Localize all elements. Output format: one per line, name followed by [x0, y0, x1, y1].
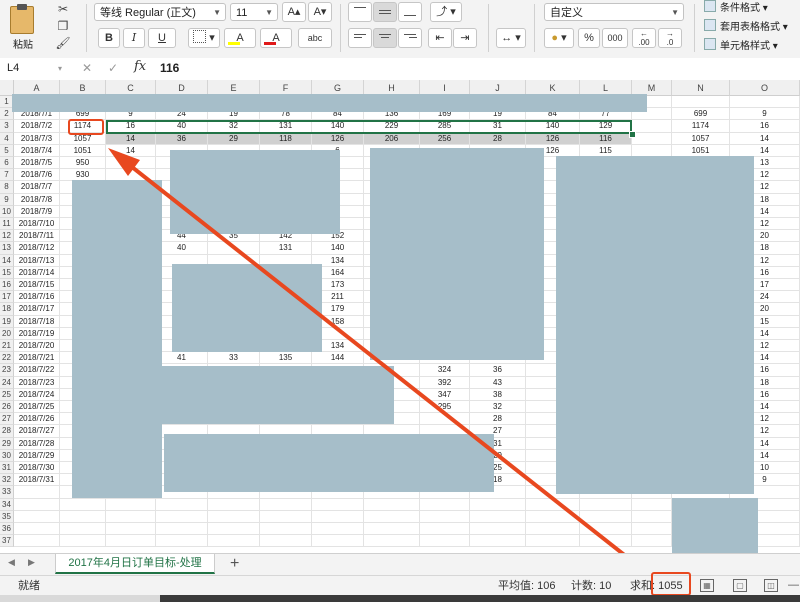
- prev-sheet-icon[interactable]: ◀: [8, 557, 15, 568]
- increase-decimal-label: .00: [638, 38, 650, 47]
- format-as-table-button[interactable]: 套用表格格式 ▾: [704, 19, 788, 35]
- align-right-button[interactable]: [398, 28, 422, 48]
- fill-color-swatch: [228, 42, 240, 45]
- zoom-out-icon[interactable]: —: [788, 575, 799, 595]
- formula-input[interactable]: 116: [160, 60, 179, 77]
- chevron-down-icon[interactable]: ▾: [58, 60, 62, 77]
- increase-decimal-button[interactable]: ← .00: [632, 28, 656, 48]
- conditional-format-icon: [704, 0, 716, 12]
- orientation-button[interactable]: ⤴ ▾: [430, 2, 462, 22]
- merge-button[interactable]: ↔ ▾: [496, 28, 526, 48]
- number-format-value: 自定义: [550, 7, 583, 19]
- bold-button[interactable]: B: [98, 28, 120, 48]
- divider: [86, 4, 87, 52]
- phonetic-button[interactable]: abc: [298, 28, 332, 48]
- sheet-tab-active[interactable]: 2017年4月日订单目标-处理: [55, 554, 215, 574]
- status-count: 计数: 10: [571, 580, 612, 592]
- increase-indent-button[interactable]: ⇥: [453, 28, 477, 48]
- italic-button[interactable]: I: [123, 28, 145, 48]
- currency-button[interactable]: ● ▾: [544, 28, 574, 48]
- divider: [488, 4, 489, 52]
- comma-button[interactable]: 000: [602, 28, 628, 48]
- sum-annotation-box: [651, 572, 691, 596]
- status-average: 平均值: 106: [498, 580, 556, 592]
- status-ready: 就绪: [18, 580, 40, 592]
- divider: [694, 4, 695, 52]
- number-format-select[interactable]: 自定义 ▼: [544, 3, 684, 21]
- conditional-format-label: 条件格式: [720, 3, 760, 14]
- conditional-format-button[interactable]: 条件格式 ▾: [704, 0, 768, 16]
- cell-styles-label: 单元格样式: [720, 41, 770, 52]
- divider: [340, 4, 341, 52]
- formula-bar: L4 ▾ ✕ ✓ fx 116: [0, 58, 800, 81]
- decrease-decimal-label: .0: [666, 38, 674, 47]
- align-bottom-button[interactable]: [398, 2, 422, 22]
- underline-button[interactable]: U: [148, 28, 176, 48]
- cell-styles-button[interactable]: 单元格样式 ▾: [704, 38, 778, 54]
- chevron-down-icon: ▼: [213, 8, 221, 17]
- ribbon: 粘贴 ✂ ❐ 🖌 等线 Regular (正文) ▼ 11 ▼ A▴ A▾ B …: [0, 0, 800, 59]
- name-box[interactable]: L4: [4, 60, 66, 77]
- worksheet-grid[interactable]: A B C D E F G H I J K L M N O 1 2 2018/7/1 699 9 24 19 78 84 136…: [0, 80, 800, 553]
- percent-button[interactable]: %: [578, 28, 600, 48]
- taskbar-strip: [0, 595, 800, 602]
- confirm-icon[interactable]: ✓: [108, 60, 118, 77]
- page-break-icon[interactable]: ◫: [764, 579, 778, 592]
- decrease-decimal-button[interactable]: → .0: [658, 28, 682, 48]
- paste-label: 粘贴: [13, 40, 33, 51]
- align-top-button[interactable]: [348, 2, 372, 22]
- divider: [534, 4, 535, 52]
- chevron-down-icon: ▼: [671, 8, 679, 17]
- font-color-button[interactable]: A: [260, 28, 292, 48]
- next-sheet-icon[interactable]: ▶: [28, 557, 35, 568]
- add-sheet-button[interactable]: +: [230, 554, 239, 573]
- shrink-font-button[interactable]: A▾: [308, 2, 332, 22]
- borders-icon: [193, 30, 207, 43]
- paste-button[interactable]: 粘贴: [6, 2, 42, 54]
- format-painter-icon[interactable]: 🖌: [52, 36, 74, 53]
- fill-color-button[interactable]: A: [224, 28, 256, 48]
- cut-icon[interactable]: ✂: [52, 2, 74, 19]
- chevron-down-icon: ▼: [265, 8, 273, 17]
- decrease-indent-button[interactable]: ⇤: [428, 28, 452, 48]
- arrow-shaft: [116, 154, 626, 553]
- font-name-value: 等线 Regular (正文): [100, 7, 196, 19]
- align-middle-button[interactable]: [373, 2, 397, 22]
- clipboard-icon: [10, 4, 34, 34]
- font-name-select[interactable]: 等线 Regular (正文) ▼: [94, 3, 226, 21]
- annotation-arrow: [108, 148, 626, 553]
- grow-font-button[interactable]: A▴: [282, 2, 306, 22]
- align-left-button[interactable]: [348, 28, 372, 48]
- font-size-value: 11: [236, 7, 248, 19]
- coins-icon: ●: [551, 32, 559, 44]
- normal-view-icon[interactable]: ▦: [700, 579, 714, 592]
- borders-button[interactable]: ▾: [188, 28, 220, 48]
- page-layout-icon[interactable]: ▢: [733, 579, 747, 592]
- copy-icon[interactable]: ❐: [52, 19, 74, 36]
- table-icon: [704, 19, 716, 31]
- cancel-icon[interactable]: ✕: [82, 60, 92, 77]
- font-size-select[interactable]: 11 ▼: [230, 3, 278, 21]
- format-as-table-label: 套用表格格式: [720, 22, 780, 33]
- align-center-button[interactable]: [373, 28, 397, 48]
- font-color-swatch: [264, 42, 276, 45]
- clipboard-tools: ✂ ❐ 🖌: [52, 2, 74, 56]
- cell-styles-icon: [704, 38, 716, 50]
- function-icon[interactable]: fx: [134, 59, 146, 74]
